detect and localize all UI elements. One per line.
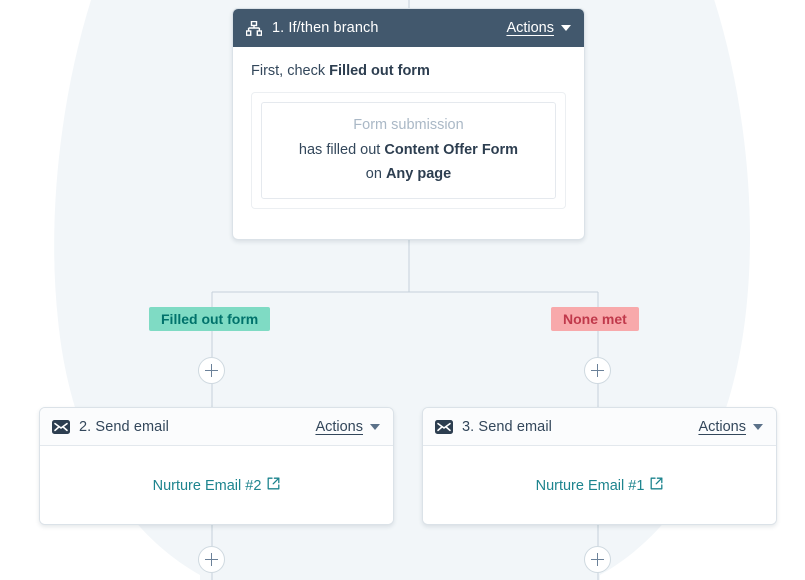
external-link-icon xyxy=(267,477,280,494)
chevron-down-icon xyxy=(561,25,571,31)
branch-card-header: 1. If/then branch Actions xyxy=(233,9,584,47)
email-card-header: 3. Send email Actions xyxy=(423,408,776,446)
branch-lead-prefix: First, check xyxy=(251,63,330,79)
email-asset-link[interactable]: Nurture Email #2 xyxy=(153,477,281,494)
branch-label-none-met[interactable]: None met xyxy=(551,307,639,331)
email-asset-link[interactable]: Nurture Email #1 xyxy=(536,477,664,494)
condition-box[interactable]: Form submission has filled out Content O… xyxy=(261,102,556,199)
condition-line-2: on Any page xyxy=(272,166,545,182)
email-actions-label: Actions xyxy=(315,418,363,435)
branch-lead-text: First, check Filled out form xyxy=(251,63,566,79)
send-email-card-3[interactable]: 3. Send email Actions Nurture Email #1 xyxy=(422,407,777,525)
send-email-card-2[interactable]: 2. Send email Actions Nurture Email #2 xyxy=(39,407,394,525)
email-asset-label: Nurture Email #2 xyxy=(152,477,262,494)
if-then-branch-card[interactable]: 1. If/then branch Actions First, check F… xyxy=(232,8,585,240)
workflow-canvas: 1. If/then branch Actions First, check F… xyxy=(0,0,805,580)
external-link-icon xyxy=(650,477,663,494)
branch-actions-label: Actions xyxy=(506,20,554,36)
condition-line-1: has filled out Content Offer Form xyxy=(272,142,545,158)
email-card-title: 2. Send email xyxy=(79,418,169,435)
email-card-title: 3. Send email xyxy=(462,418,552,435)
condition-line-2-prefix: on xyxy=(365,166,386,182)
condition-line-2-strong: Any page xyxy=(385,166,452,182)
branch-card-title: 1. If/then branch xyxy=(272,20,379,36)
email-card-body: Nurture Email #2 xyxy=(40,446,393,524)
email-card-body: Nurture Email #1 xyxy=(423,446,776,524)
condition-title: Form submission xyxy=(353,117,464,133)
branch-card-body: First, check Filled out form Form submis… xyxy=(233,47,584,227)
add-step-true-branch-top[interactable] xyxy=(198,357,225,384)
branch-actions-menu[interactable]: Actions xyxy=(506,20,571,36)
envelope-icon xyxy=(435,418,453,436)
condition-line-1-prefix: has filled out xyxy=(298,142,385,158)
email-actions-label: Actions xyxy=(698,418,746,435)
email-actions-menu[interactable]: Actions xyxy=(315,419,380,435)
condition-line-1-strong: Content Offer Form xyxy=(384,142,519,158)
chevron-down-icon xyxy=(370,423,380,430)
add-step-false-branch-top[interactable] xyxy=(584,357,611,384)
branch-label-text: None met xyxy=(563,311,627,327)
envelope-icon xyxy=(52,418,70,436)
condition-group: Form submission has filled out Content O… xyxy=(251,92,566,209)
email-asset-label: Nurture Email #1 xyxy=(535,477,645,494)
add-step-true-branch-bottom[interactable] xyxy=(198,546,225,573)
email-actions-menu[interactable]: Actions xyxy=(698,419,763,435)
chevron-down-icon xyxy=(753,423,763,430)
add-step-false-branch-bottom[interactable] xyxy=(584,546,611,573)
email-card-header: 2. Send email Actions xyxy=(40,408,393,446)
branch-hierarchy-icon xyxy=(245,19,263,37)
branch-label-filled-out-form[interactable]: Filled out form xyxy=(149,307,271,331)
branch-label-text: Filled out form xyxy=(161,311,259,327)
branch-lead-strong: Filled out form xyxy=(329,63,430,79)
